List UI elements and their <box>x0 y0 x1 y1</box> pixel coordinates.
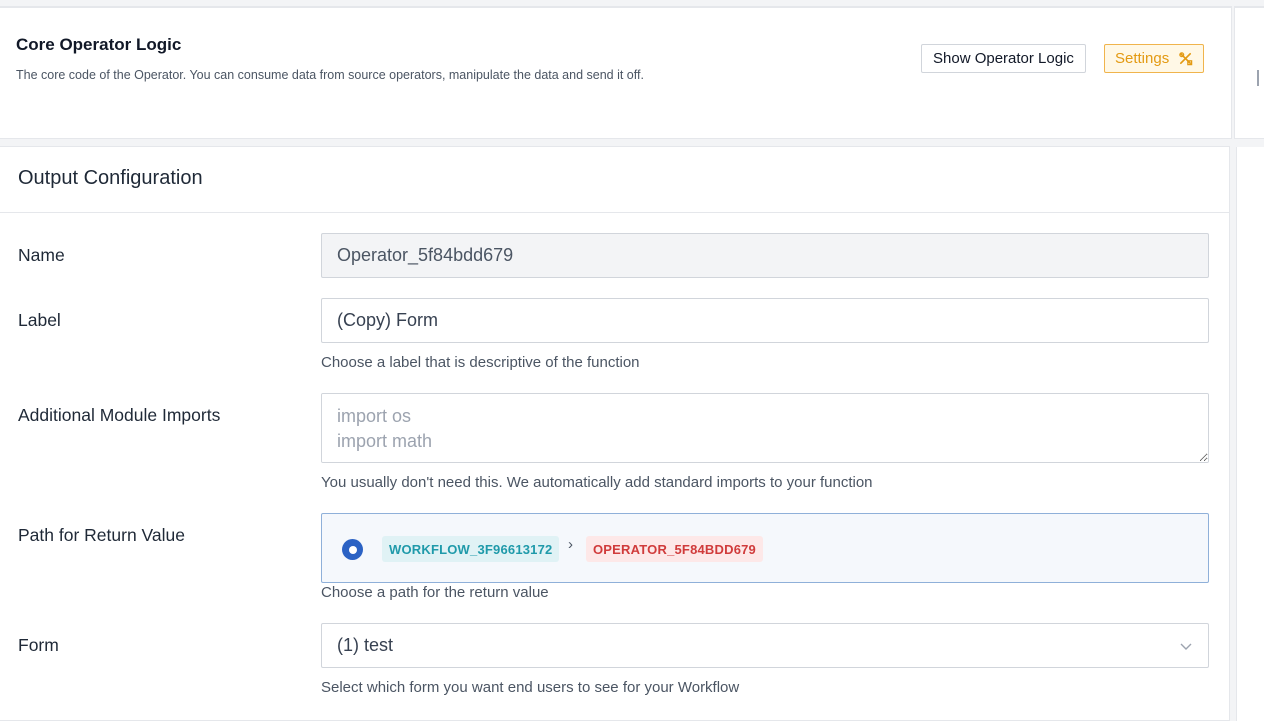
label-help: Choose a label that is descriptive of th… <box>321 354 640 371</box>
form-help: Select which form you want end users to … <box>321 679 740 696</box>
name-label: Name <box>18 245 65 265</box>
core-operator-title: Core Operator Logic <box>16 35 182 54</box>
core-operator-card: Core Operator Logic The core code of the… <box>0 6 1232 139</box>
imports-help: You usually don't need this. We automati… <box>321 474 873 491</box>
settings-label: Settings <box>1115 50 1170 67</box>
operator-chip[interactable]: OPERATOR_5F84BDD679 <box>586 536 763 562</box>
settings-button[interactable]: Settings <box>1104 44 1205 73</box>
side-panel-handle[interactable] <box>1257 70 1259 86</box>
tools-icon <box>1179 52 1193 66</box>
core-operator-description: The core code of the Operator. You can c… <box>16 68 644 82</box>
path-label: Path for Return Value <box>18 525 185 545</box>
imports-textarea[interactable] <box>321 393 1209 463</box>
chevron-right-icon: › <box>568 536 573 553</box>
form-select-value: (1) test <box>337 635 394 655</box>
side-panel-bottom <box>1236 147 1264 721</box>
imports-label: Additional Module Imports <box>18 405 221 425</box>
output-configuration-card: Output Configuration Name Operator_5f84b… <box>0 146 1230 721</box>
label-label: Label <box>18 310 61 330</box>
output-configuration-title: Output Configuration <box>18 167 203 189</box>
side-panel-top <box>1234 6 1264 139</box>
name-field: Operator_5f84bdd679 <box>321 233 1209 278</box>
path-help: Choose a path for the return value <box>321 584 549 601</box>
chevron-down-icon <box>1180 643 1192 650</box>
show-operator-logic-button[interactable]: Show Operator Logic <box>921 44 1086 73</box>
label-input[interactable]: (Copy) Form <box>321 298 1209 343</box>
form-select[interactable]: (1) test <box>321 623 1209 668</box>
path-radio[interactable] <box>342 539 363 560</box>
radio-dot <box>348 545 357 554</box>
workflow-chip[interactable]: WORKFLOW_3F96613172 <box>382 536 560 562</box>
form-label: Form <box>18 635 59 655</box>
output-configuration-header: Output Configuration <box>0 147 1229 213</box>
path-selector: WORKFLOW_3F96613172 › OPERATOR_5F84BDD67… <box>321 513 1209 583</box>
